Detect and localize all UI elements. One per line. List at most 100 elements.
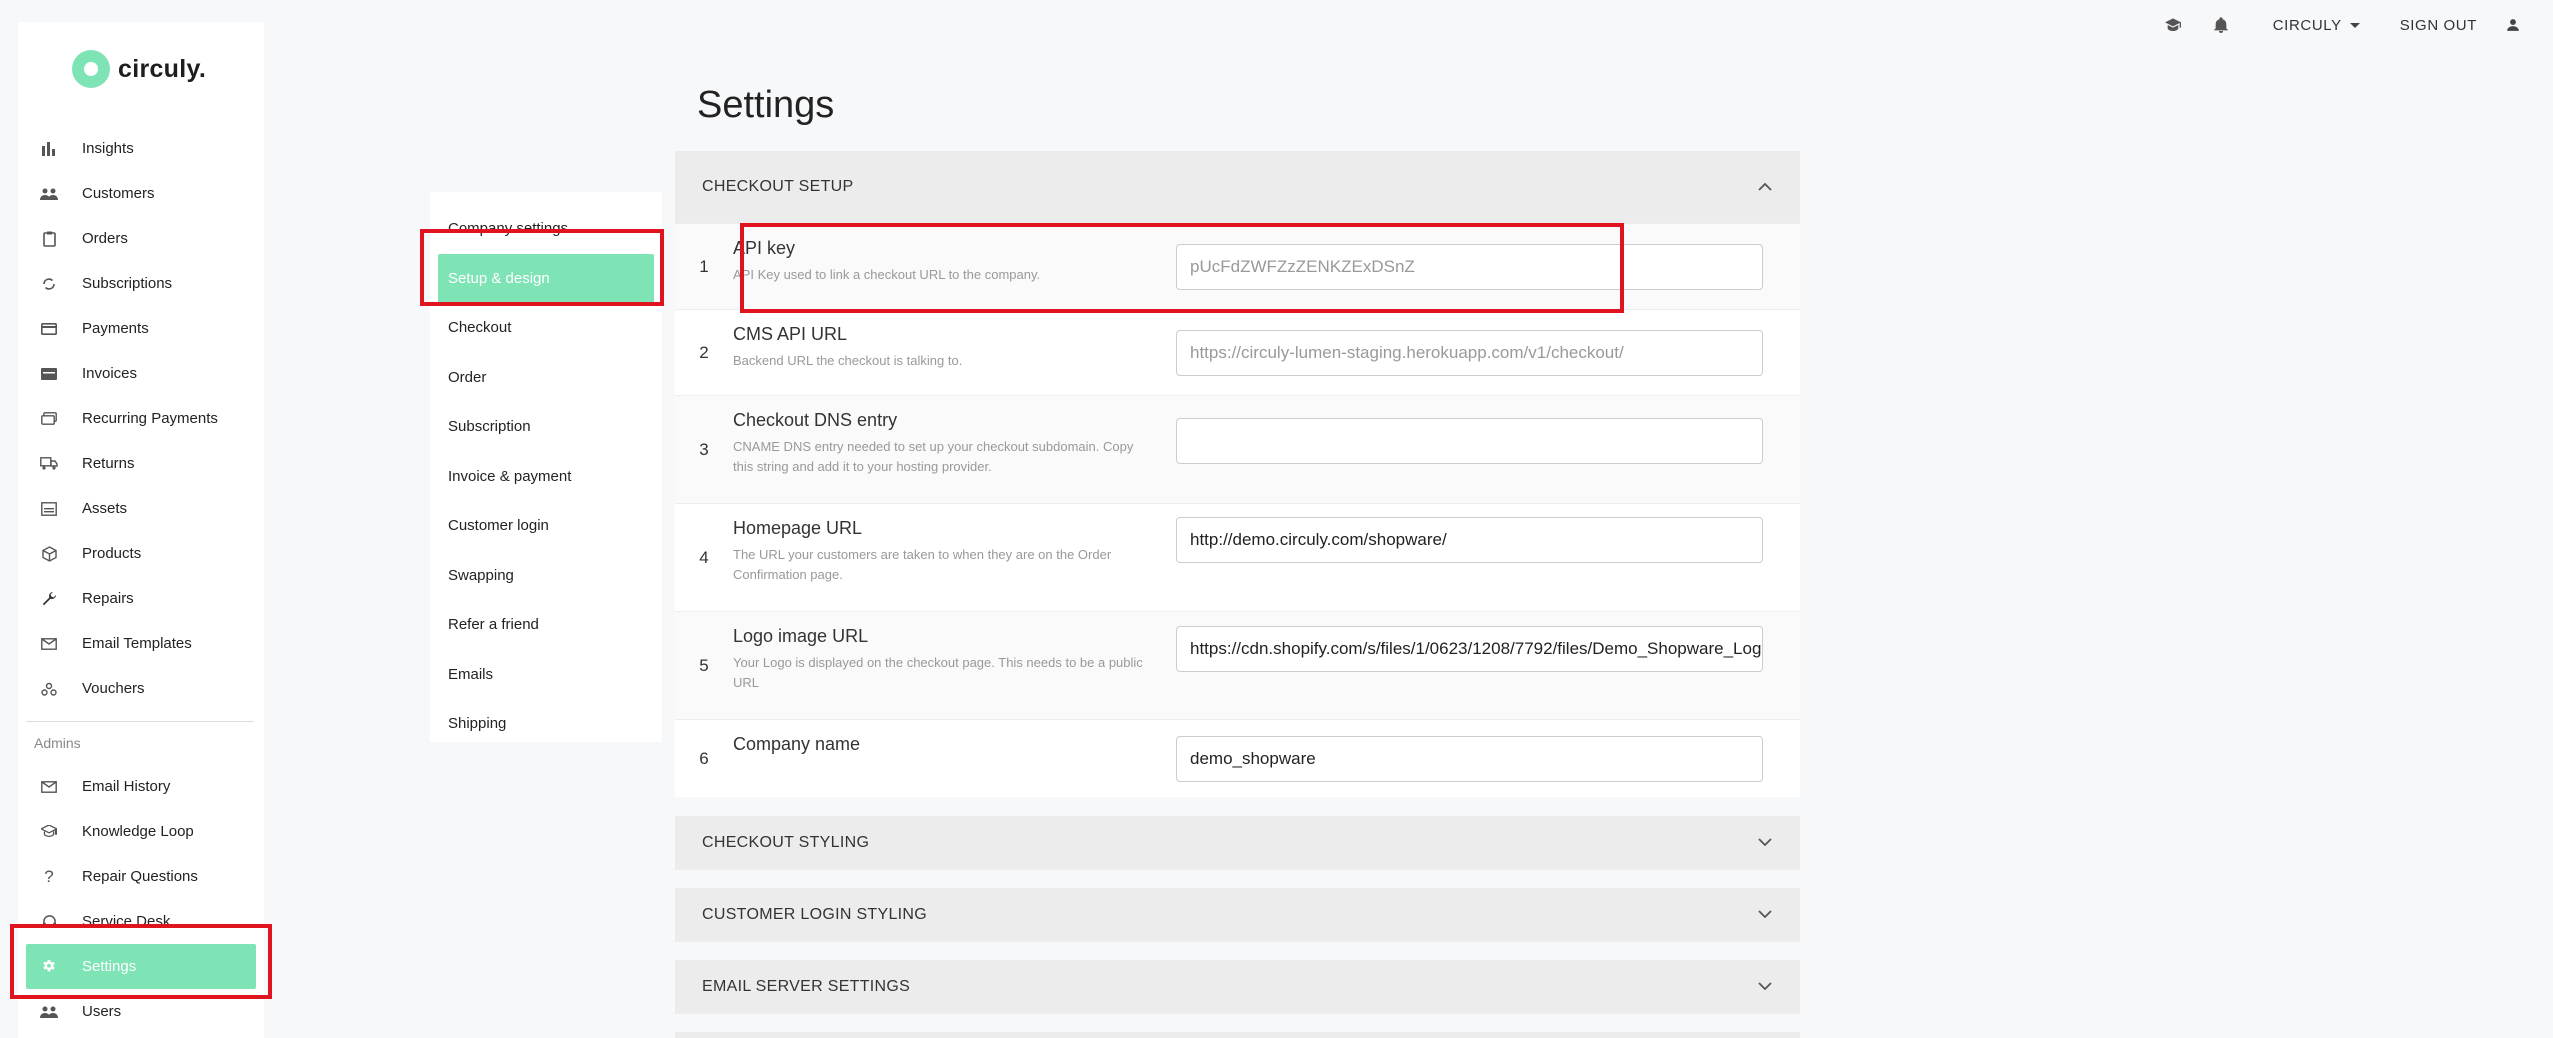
- row-field: https://cdn.shopify.com/s/files/1/0623/1…: [1176, 612, 1800, 719]
- sign-out-button[interactable]: SIGN OUT: [2400, 17, 2477, 34]
- customer-login-styling-panel[interactable]: CUSTOMER LOGIN STYLING: [675, 888, 1800, 942]
- sidebar-item-label: Returns: [82, 455, 135, 472]
- sidebar-item-label: Assets: [82, 500, 128, 517]
- sidebar-item-customers[interactable]: Customers: [18, 171, 264, 216]
- logo-image-url-input[interactable]: https://cdn.shopify.com/s/files/1/0623/1…: [1176, 626, 1763, 672]
- sidebar-item-invoices[interactable]: Invoices: [18, 351, 264, 396]
- sidebar-item-label: Payments: [82, 320, 149, 337]
- sidebar-item-vouchers[interactable]: Vouchers: [18, 666, 264, 711]
- panel-heading: CHECKOUT STYLING: [702, 834, 870, 851]
- graduation-cap-icon[interactable]: [2161, 13, 2185, 37]
- panel-heading: EMAIL SERVER SETTINGS: [702, 978, 911, 995]
- question-icon: ?: [44, 866, 54, 886]
- sidebar-item-label: Customers: [82, 185, 155, 202]
- row-number: 5: [699, 655, 709, 675]
- checkout-dns-input[interactable]: [1176, 418, 1763, 464]
- sidebar-item-products[interactable]: Products: [18, 531, 264, 576]
- sidebar-item-orders[interactable]: Orders: [18, 216, 264, 261]
- setting-row-checkout-dns: 3 Checkout DNS entry CNAME DNS entry nee…: [675, 395, 1800, 503]
- sidebar-item-assets[interactable]: Assets: [18, 486, 264, 531]
- row-number: 4: [699, 547, 709, 567]
- sidebar-item-label: Knowledge Loop: [82, 823, 194, 840]
- circuly-logo-icon: [72, 50, 110, 88]
- row-description: CNAME DNS entry needed to set up your ch…: [733, 439, 1134, 474]
- sidebar-item-returns[interactable]: Returns: [18, 441, 264, 486]
- company-dropdown[interactable]: CIRCULY: [2273, 17, 2360, 34]
- checkout-setup-header[interactable]: CHECKOUT SETUP: [675, 151, 1800, 223]
- panel-heading: CHECKOUT SETUP: [702, 178, 854, 195]
- sidebar-item-email-history[interactable]: Email History: [18, 764, 264, 809]
- row-description: Your Logo is displayed on the checkout p…: [733, 655, 1143, 690]
- company-name-input[interactable]: demo_shopware: [1176, 735, 1763, 782]
- setting-row-logo-image-url: 5 Logo image URL Your Logo is displayed …: [675, 611, 1800, 719]
- cms-api-url-input[interactable]: https://circuly-lumen-staging.herokuapp.…: [1176, 329, 1763, 376]
- sidebar-item-label: Products: [82, 545, 142, 562]
- sidebar-item-service-desk[interactable]: Service Desk: [18, 899, 264, 944]
- subnav-item-refer-a-friend[interactable]: Refer a friend: [430, 600, 662, 650]
- subnav-item-company-settings[interactable]: Company settings: [430, 204, 662, 254]
- user-icon[interactable]: [2501, 13, 2525, 37]
- sidebar-item-users[interactable]: Users: [18, 989, 264, 1034]
- page-title: Settings: [697, 84, 835, 126]
- email-server-settings-panel[interactable]: EMAIL SERVER SETTINGS: [675, 960, 1800, 1014]
- subnav-item-swapping[interactable]: Swapping: [430, 551, 662, 601]
- sidebar-item-label: Orders: [82, 230, 128, 247]
- chevron-down-icon: [1758, 906, 1772, 924]
- people-icon: [40, 1003, 58, 1021]
- sidebar-item-label: Repair Questions: [82, 868, 198, 885]
- subnav-item-shipping[interactable]: Shipping: [430, 699, 662, 749]
- gear-icon: [40, 958, 58, 976]
- api-key-input[interactable]: pUcFdZWFZzZENKZExDSnZ: [1176, 243, 1763, 290]
- row-field: https://circuly-lumen-staging.herokuapp.…: [1176, 310, 1800, 395]
- row-label: Logo image URL Your Logo is displayed on…: [733, 612, 1176, 719]
- sidebar-item-subscriptions[interactable]: Subscriptions: [18, 261, 264, 306]
- wrench-icon: [40, 590, 58, 608]
- sidebar-item-knowledge-loop[interactable]: Knowledge Loop: [18, 809, 264, 854]
- subnav-item-invoice-payment[interactable]: Invoice & payment: [430, 452, 662, 502]
- bell-icon[interactable]: [2209, 13, 2233, 37]
- sidebar-item-payments[interactable]: Payments: [18, 306, 264, 351]
- subnav-item-checkout[interactable]: Checkout: [430, 303, 662, 353]
- brand-logo[interactable]: circuly.: [72, 50, 206, 88]
- checkout-styling-panel[interactable]: CHECKOUT STYLING: [675, 816, 1800, 870]
- company-label: CIRCULY: [2272, 16, 2342, 34]
- sync-icon: [40, 275, 58, 293]
- voucher-icon: [40, 680, 58, 698]
- subnav-item-order[interactable]: Order: [430, 353, 662, 403]
- panel-heading: CUSTOMER LOGIN STYLING: [702, 906, 928, 923]
- sidebar-item-label: Email Templates: [82, 635, 192, 652]
- row-title: Checkout DNS entry: [733, 410, 898, 430]
- row-number: 1: [699, 256, 709, 276]
- warehouse-icon: [40, 500, 58, 518]
- sidebar-item-label: Email History: [82, 778, 171, 795]
- sidebar-item-insights[interactable]: Insights: [18, 126, 264, 171]
- subnav-item-customer-login[interactable]: Customer login: [430, 501, 662, 551]
- subnav-item-subscription[interactable]: Subscription: [430, 402, 662, 452]
- row-description: The URL your customers are taken to when…: [733, 547, 1112, 582]
- sidebar-item-email-templates[interactable]: Email Templates: [18, 621, 264, 666]
- sidebar-item-repairs[interactable]: Repairs: [18, 576, 264, 621]
- sidebar-item-recurring-payments[interactable]: Recurring Payments: [18, 396, 264, 441]
- row-label: Checkout DNS entry CNAME DNS entry neede…: [733, 396, 1176, 503]
- row-field: pUcFdZWFZzZENKZExDSnZ: [1176, 224, 1800, 309]
- sidebar: circuly. Insights Customers Orders Subsc…: [18, 22, 264, 1038]
- credit-card-icon: [40, 320, 58, 338]
- row-number: 2: [699, 342, 709, 362]
- box-icon: [40, 545, 58, 563]
- admins-heading: Admins: [34, 735, 81, 751]
- sidebar-item-label: Vouchers: [82, 680, 145, 697]
- sidebar-item-settings[interactable]: Settings: [26, 944, 256, 989]
- setting-row-homepage-url: 4 Homepage URL The URL your customers ar…: [675, 503, 1800, 611]
- homepage-url-input[interactable]: http://demo.circuly.com/shopware/: [1176, 517, 1763, 563]
- row-title: Company name: [733, 734, 861, 754]
- sidebar-item-label: Invoices: [82, 365, 138, 382]
- sidebar-item-label: Insights: [82, 140, 134, 157]
- subnav-item-emails[interactable]: Emails: [430, 650, 662, 700]
- headset-icon: [40, 913, 58, 931]
- sidebar-item-label: Settings: [82, 958, 137, 975]
- sidebar-item-label: Users: [82, 1003, 122, 1020]
- brand-name: circuly.: [118, 54, 207, 83]
- setting-row-api-key: 1 API key API Key used to link a checkou…: [675, 223, 1800, 309]
- subnav-item-setup-design[interactable]: Setup & design: [438, 253, 654, 303]
- sidebar-item-repair-questions[interactable]: ? Repair Questions: [18, 854, 264, 899]
